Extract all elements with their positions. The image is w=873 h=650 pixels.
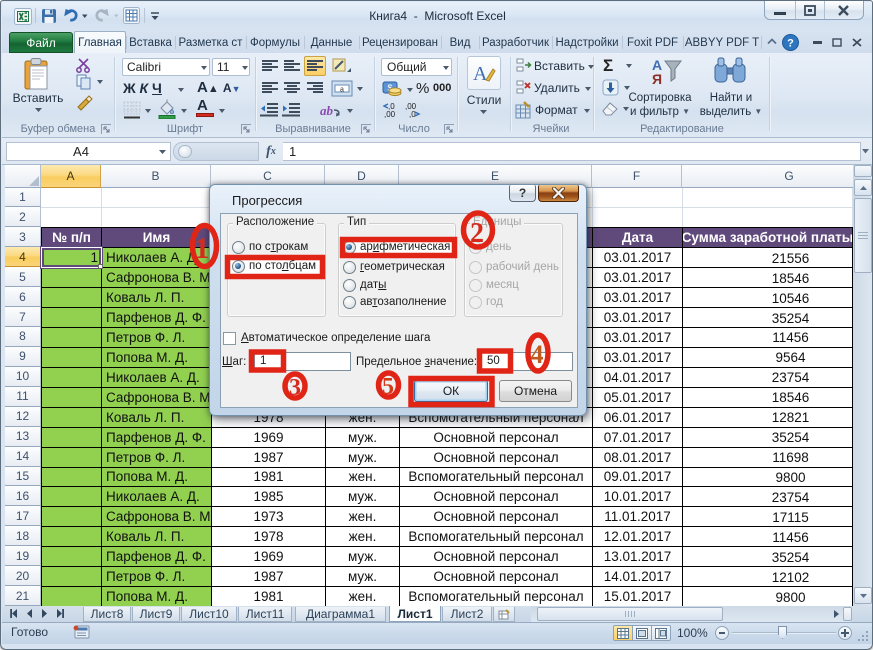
svg-text:3: 3 [289,375,301,401]
svg-text:5: 5 [382,374,394,400]
svg-text:2: 2 [470,218,484,249]
svg-text:1: 1 [195,232,210,265]
svg-text:4: 4 [531,340,544,369]
